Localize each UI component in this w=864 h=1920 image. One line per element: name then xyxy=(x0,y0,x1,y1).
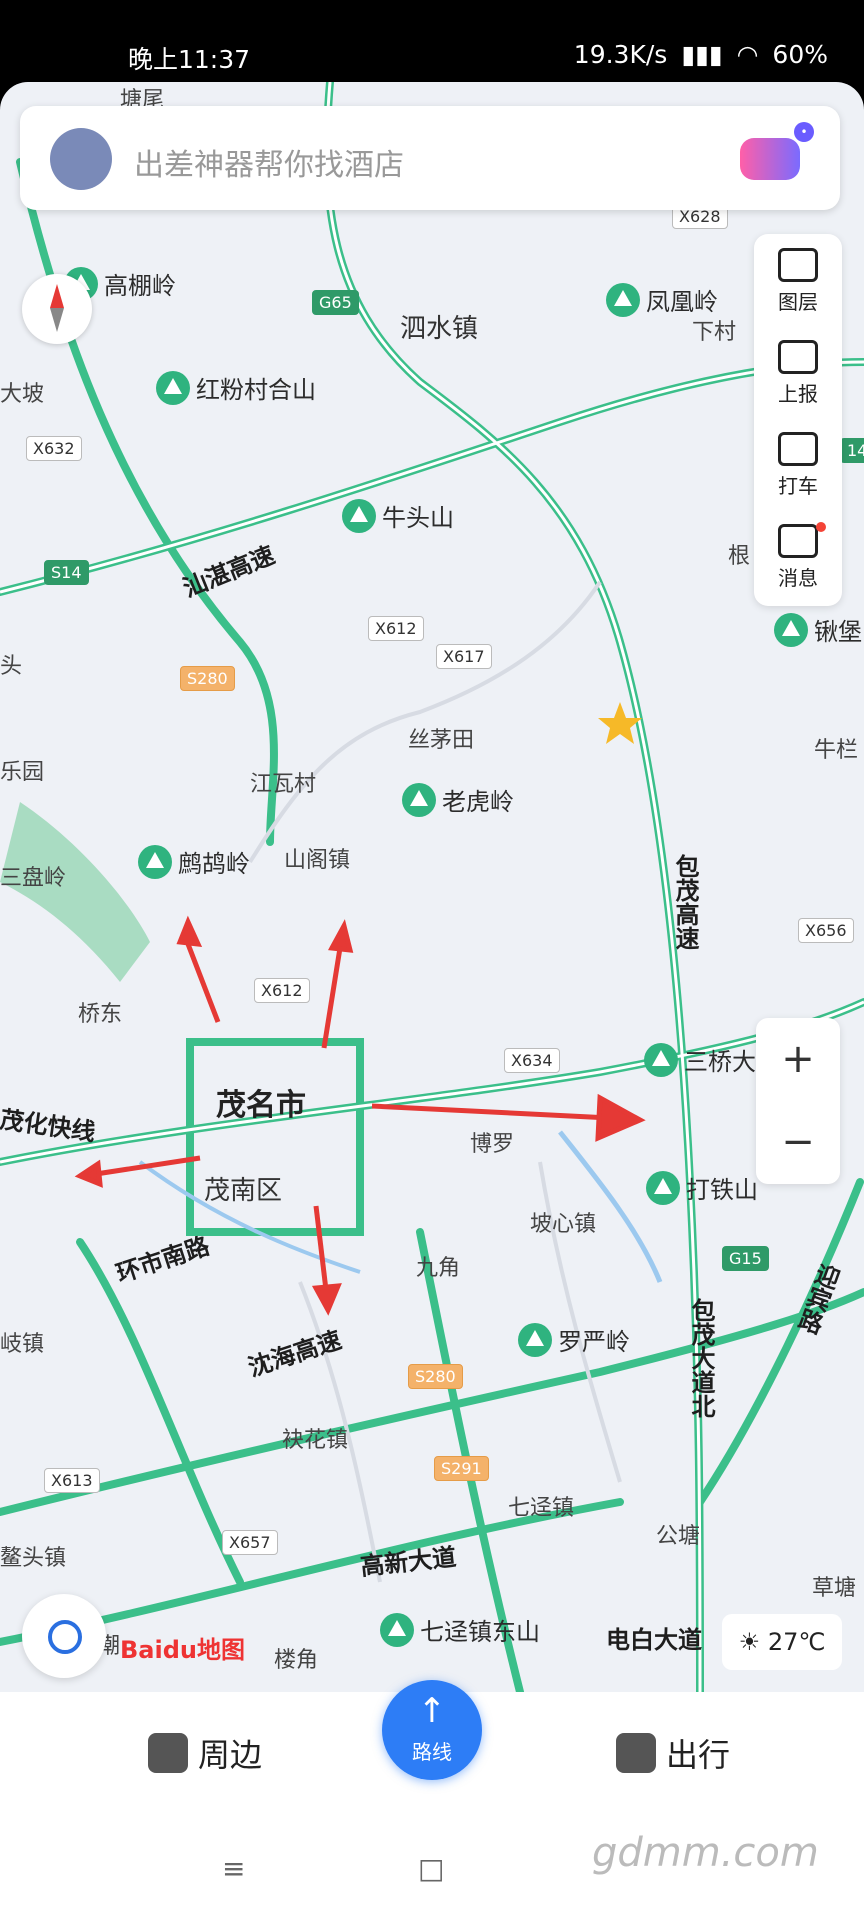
road-shield: X634 xyxy=(504,1048,560,1073)
road-shield: S280 xyxy=(180,666,235,691)
taxi-button[interactable]: 打车 xyxy=(754,420,842,510)
search-bar[interactable]: 出差神器帮你找酒店 xyxy=(20,106,840,210)
message-badge xyxy=(816,522,826,532)
place-label: 泗水镇 xyxy=(400,314,479,344)
road-shield: X656 xyxy=(798,918,854,943)
place-label: 头 xyxy=(0,654,23,679)
place-label: 大坡 xyxy=(0,382,45,407)
place-label: 九角 xyxy=(416,1256,461,1281)
place-label: 下村 xyxy=(692,320,737,345)
district-label: 茂南区 xyxy=(204,1176,283,1206)
place-label: 七迳镇 xyxy=(508,1496,575,1521)
zoom-in-button[interactable]: + xyxy=(756,1018,840,1101)
route-button[interactable]: ↑ 路线 xyxy=(382,1680,482,1780)
road-label: 包茂高速 xyxy=(671,854,699,950)
poi[interactable]: 打铁山 xyxy=(646,1170,758,1205)
road-label: 电白大道 xyxy=(606,1626,702,1654)
place-label: 鳌头镇 xyxy=(0,1546,67,1571)
place-label: 牛栏 xyxy=(814,738,859,763)
travel-tab[interactable]: 出行 xyxy=(616,1730,730,1776)
poi[interactable]: 牛头山 xyxy=(342,498,454,533)
place-label: 山阁镇 xyxy=(284,848,351,873)
watermark: gdmm.com xyxy=(592,1830,819,1876)
zoom-out-button[interactable]: − xyxy=(756,1101,840,1184)
sun-cloud-icon: ☀ xyxy=(738,1628,768,1656)
road-shield: 14 xyxy=(840,438,864,463)
road-shield: X657 xyxy=(222,1530,278,1555)
route-arrow-icon: ↑ xyxy=(417,1691,447,1731)
weather-temp: 27℃ xyxy=(767,1628,826,1656)
layers-icon xyxy=(778,248,818,282)
place-label: 袂花镇 xyxy=(282,1428,349,1453)
zoom-control: + − xyxy=(756,1018,840,1184)
place-label: 博罗 xyxy=(470,1132,515,1157)
place-label: 江瓦村 xyxy=(250,772,317,797)
travel-icon xyxy=(616,1733,656,1773)
place-label: 坡心镇 xyxy=(530,1212,597,1237)
poi[interactable]: 老虎岭 xyxy=(402,782,514,817)
road-shield: X632 xyxy=(26,436,82,461)
home-icon[interactable]: □ xyxy=(418,1852,444,1885)
status-right: 19.3K/s ▮▮▮ ◠ 60% xyxy=(574,40,828,69)
road-shield: X617 xyxy=(436,644,492,669)
place-label: 三盘岭 xyxy=(0,866,67,891)
report-icon xyxy=(778,340,818,374)
compass-icon[interactable] xyxy=(22,274,92,344)
nearby-tab[interactable]: 周边 xyxy=(148,1730,262,1776)
locate-button[interactable] xyxy=(22,1594,106,1678)
message-icon xyxy=(778,524,818,558)
place-label: 丝茅田 xyxy=(408,728,475,753)
map-toolbar: 图层 上报 打车 消息 xyxy=(754,234,842,606)
road-shield: S291 xyxy=(434,1456,489,1481)
place-label: 楼角 xyxy=(274,1648,319,1673)
road-shield: S14 xyxy=(44,560,89,585)
search-placeholder: 出差神器帮你找酒店 xyxy=(134,148,404,183)
network-speed: 19.3K/s xyxy=(573,40,668,69)
menu-icon[interactable]: ≡ xyxy=(222,1852,245,1885)
poi[interactable]: 七迳镇东山 xyxy=(380,1612,540,1647)
road-label: 包茂大道北 xyxy=(687,1298,715,1418)
place-label: 公塘 xyxy=(656,1524,701,1549)
poi[interactable]: 鹧鸪岭 xyxy=(138,844,250,879)
layers-button[interactable]: 图层 xyxy=(754,236,842,326)
city-label: 茂名市 xyxy=(216,1088,306,1123)
place-label: 根 xyxy=(728,544,751,569)
weather-badge[interactable]: ☀ 27℃ xyxy=(722,1614,842,1670)
place-label: 草塘 xyxy=(812,1576,857,1601)
wifi-icon: ◠ xyxy=(736,40,759,69)
poi[interactable]: 罗严岭 xyxy=(518,1322,630,1357)
place-label: 乐园 xyxy=(0,760,45,785)
place-label: 桥东 xyxy=(78,1002,123,1027)
road-shield: G15 xyxy=(722,1246,769,1271)
status-bar: 晚上11:37 19.3K/s ▮▮▮ ◠ 60% xyxy=(0,0,864,82)
signal-icon: ▮▮▮ xyxy=(681,40,723,69)
poi[interactable]: 锹堡 xyxy=(774,612,862,647)
poi[interactable]: 红粉村合山 xyxy=(156,370,316,405)
road-shield: S280 xyxy=(408,1364,463,1389)
compass-nav-icon xyxy=(148,1733,188,1773)
place-label: 岐镇 xyxy=(0,1332,45,1357)
avatar[interactable] xyxy=(50,128,112,190)
road-shield: G65 xyxy=(312,290,359,315)
road-shield: X612 xyxy=(368,616,424,641)
status-time: 晚上11:37 xyxy=(128,45,251,74)
report-button[interactable]: 上报 xyxy=(754,328,842,418)
road-shield: X613 xyxy=(44,1468,100,1493)
road-shield: X612 xyxy=(254,978,310,1003)
battery-level: 60% xyxy=(772,40,828,69)
taxi-icon xyxy=(778,432,818,466)
baidu-logo: Baidu地图 xyxy=(120,1636,245,1664)
assistant-icon[interactable] xyxy=(740,122,814,180)
poi[interactable]: 凤凰岭 xyxy=(606,282,718,317)
message-button[interactable]: 消息 xyxy=(754,512,842,602)
map-canvas[interactable]: 茂名市 茂南区 高棚岭 泗水镇 凤凰岭 下村 大坡 红粉村合山 牛头山 根 锹堡… xyxy=(0,82,864,1692)
